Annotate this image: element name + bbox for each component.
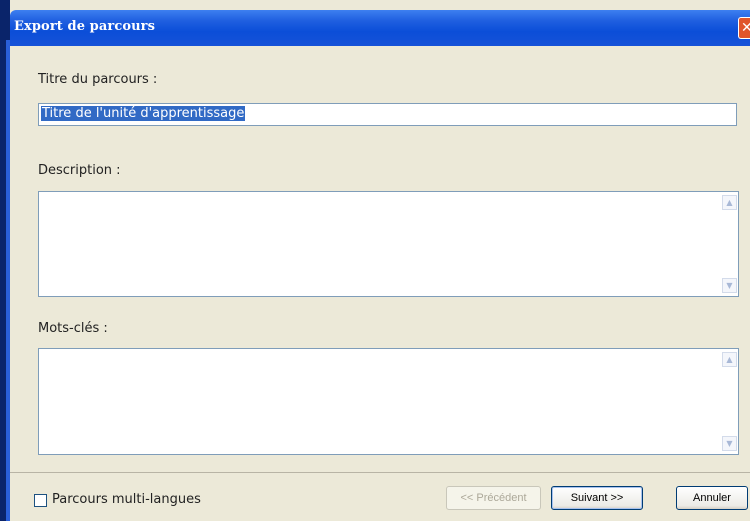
cancel-button[interactable]: Annuler bbox=[676, 486, 748, 510]
scroll-up-icon[interactable]: ▲ bbox=[722, 195, 737, 210]
previous-button[interactable]: << Précédent bbox=[446, 486, 541, 510]
background-window-edge bbox=[0, 0, 10, 521]
multilang-label[interactable]: Parcours multi-langues bbox=[52, 492, 201, 507]
close-button[interactable]: ✕ bbox=[738, 17, 750, 39]
keywords-label: Mots-clés : bbox=[38, 321, 108, 336]
dialog-footer: Parcours multi-langues << Précédent Suiv… bbox=[10, 472, 750, 521]
export-dialog: Export de parcours ✕ Titre du parcours :… bbox=[10, 10, 750, 521]
title-bar[interactable]: Export de parcours ✕ bbox=[10, 10, 750, 46]
keywords-scrollbar[interactable]: ▲ ▼ bbox=[721, 349, 738, 454]
title-input-value: Titre de l'unité d'apprentissage bbox=[41, 106, 246, 121]
scroll-down-icon[interactable]: ▼ bbox=[722, 278, 737, 293]
scroll-down-icon[interactable]: ▼ bbox=[722, 436, 737, 451]
close-icon: ✕ bbox=[741, 20, 750, 36]
title-label: Titre du parcours : bbox=[38, 72, 158, 87]
description-scrollbar[interactable]: ▲ ▼ bbox=[721, 192, 738, 296]
keywords-textarea[interactable]: ▲ ▼ bbox=[38, 348, 739, 455]
title-input[interactable]: Titre de l'unité d'apprentissage bbox=[38, 103, 737, 126]
multilang-checkbox[interactable] bbox=[34, 494, 47, 507]
next-button[interactable]: Suivant >> bbox=[551, 486, 643, 510]
dialog-title: Export de parcours bbox=[14, 19, 156, 34]
description-label: Description : bbox=[38, 163, 121, 178]
scroll-up-icon[interactable]: ▲ bbox=[722, 352, 737, 367]
description-textarea[interactable]: ▲ ▼ bbox=[38, 191, 739, 297]
